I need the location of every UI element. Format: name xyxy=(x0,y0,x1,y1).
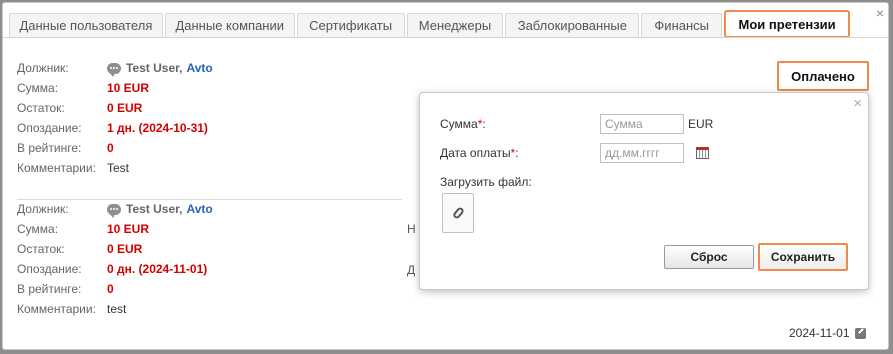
reset-button[interactable]: Сброс xyxy=(664,245,754,269)
tab-my-claims[interactable]: Мои претензии xyxy=(724,10,851,38)
calendar-icon[interactable] xyxy=(696,147,709,159)
debtor-value[interactable]: Test User, Avto xyxy=(107,61,213,77)
edit-icon[interactable] xyxy=(854,327,866,339)
date-row: Дата оплаты*: xyxy=(440,142,709,164)
delay-value: 0 дн. (2024-11-01) xyxy=(107,262,208,276)
tab-certificates[interactable]: Сертификаты xyxy=(296,13,405,37)
claim-card: Должник: Test User, Avto Сумма: 10 EUR О… xyxy=(17,58,213,178)
delay-label: Опоздание: xyxy=(17,262,82,276)
sum-row: Сумма*: EUR xyxy=(440,113,713,135)
rest-value: 0 EUR xyxy=(107,101,143,115)
tab-finance[interactable]: Финансы xyxy=(641,13,723,37)
rest-value: 0 EUR xyxy=(107,242,143,256)
rating-label: В рейтинге: xyxy=(17,141,82,155)
debtor-company-link[interactable]: Avto xyxy=(186,202,212,216)
tab-user-data[interactable]: Данные пользователя xyxy=(9,13,163,37)
tab-divider xyxy=(3,37,888,38)
payment-date-input[interactable] xyxy=(600,143,684,163)
rating-value: 0 xyxy=(107,141,114,155)
tab-blocked[interactable]: Заблокированные xyxy=(505,13,640,37)
claim-date: 2024-11-01 xyxy=(789,326,866,340)
paperclip-icon xyxy=(451,206,465,220)
upload-label: Загрузить файл: xyxy=(440,175,532,189)
save-button[interactable]: Сохранить xyxy=(758,243,848,271)
hidden-column-fragment: Д xyxy=(407,263,416,277)
payment-sum-label: Сумма*: xyxy=(440,117,486,131)
payment-popup: × Сумма*: EUR Дата оплаты*: Загрузить фа… xyxy=(419,92,869,290)
comment-value: Test xyxy=(107,161,130,175)
claim-date-text: 2024-11-01 xyxy=(789,326,850,340)
claim-card: Должник: Test User, Avto Сумма: 10 EUR О… xyxy=(17,199,213,319)
sum-value: 10 EUR xyxy=(107,222,150,236)
sum-value: 10 EUR xyxy=(107,81,150,95)
upload-row: Загрузить файл: xyxy=(440,171,600,193)
rating-value: 0 xyxy=(107,282,114,296)
debtor-label: Должник: xyxy=(17,202,69,216)
sum-label: Сумма: xyxy=(17,81,59,95)
close-icon[interactable]: × xyxy=(853,96,862,111)
rest-label: Остаток: xyxy=(17,242,65,256)
delay-value: 1 дн. (2024-10-31) xyxy=(107,121,208,135)
upload-file-button[interactable] xyxy=(442,193,474,233)
close-icon[interactable]: × xyxy=(876,6,884,20)
comment-label: Комментарии: xyxy=(17,302,96,316)
paid-button[interactable]: Оплачено xyxy=(777,61,869,91)
debtor-label: Должник: xyxy=(17,61,69,75)
comment-label: Комментарии: xyxy=(17,161,96,175)
chat-icon[interactable] xyxy=(107,203,121,218)
payment-date-label: Дата оплаты*: xyxy=(440,146,519,160)
debtor-user-name: Test User, xyxy=(126,61,183,75)
chat-icon[interactable] xyxy=(107,62,121,77)
debtor-user-name: Test User, xyxy=(126,202,183,216)
rating-label: В рейтинге: xyxy=(17,282,82,296)
payment-sum-input[interactable] xyxy=(600,114,684,134)
user-profile-dialog: × Данные пользователя Данные компании Се… xyxy=(2,2,889,350)
tab-company-data[interactable]: Данные компании xyxy=(164,13,295,37)
tab-managers[interactable]: Менеджеры xyxy=(406,13,504,37)
currency-label: EUR xyxy=(688,117,714,131)
delay-label: Опоздание: xyxy=(17,121,82,135)
rest-label: Остаток: xyxy=(17,101,65,115)
comment-value: test xyxy=(107,302,127,316)
sum-label: Сумма: xyxy=(17,222,59,236)
debtor-value[interactable]: Test User, Avto xyxy=(107,202,213,218)
hidden-column-fragment: Н xyxy=(407,222,416,236)
debtor-company-link[interactable]: Avto xyxy=(186,61,212,75)
